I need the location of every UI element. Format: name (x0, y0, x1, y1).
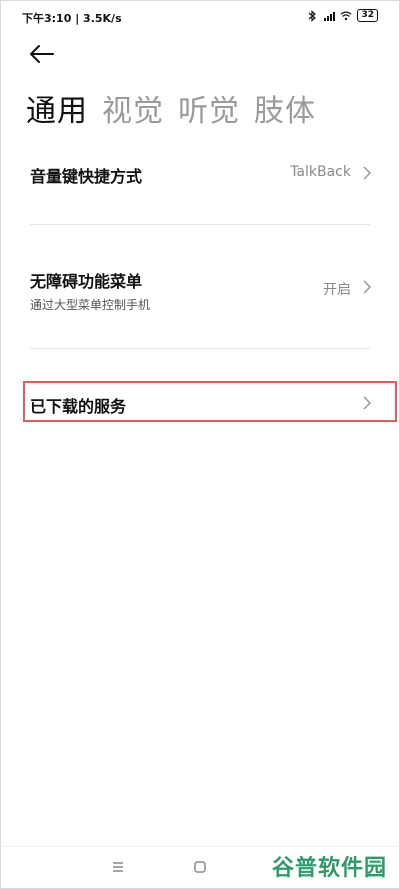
tab-hearing[interactable]: 听觉 (178, 86, 240, 130)
status-icons: 32 (306, 9, 378, 22)
bluetooth-icon (309, 9, 317, 22)
wifi-icon (340, 11, 352, 20)
volume-key-shortcut-row[interactable]: 音量键快捷方式 TalkBack (30, 163, 373, 187)
menu-icon[interactable] (108, 857, 128, 877)
chevron-right-icon (363, 280, 372, 294)
row-value: 开启 (323, 282, 351, 298)
screen-frame (0, 0, 400, 889)
category-tabs: 通用 视觉 听觉 肢体 (26, 86, 316, 130)
signal-icon (324, 11, 336, 21)
row-value: TalkBack (290, 164, 351, 180)
back-arrow-icon[interactable] (28, 42, 56, 66)
row-title: 无障碍功能菜单 (30, 272, 143, 291)
battery-icon: 32 (357, 9, 378, 22)
chevron-right-icon (363, 396, 372, 410)
divider (30, 224, 370, 225)
row-title: 已下载的服务 (30, 397, 127, 416)
tab-vision[interactable]: 视觉 (102, 86, 164, 130)
divider (30, 348, 370, 349)
home-icon[interactable] (190, 857, 210, 877)
accessibility-menu-row[interactable]: 无障碍功能菜单 通过大型菜单控制手机 开启 (30, 268, 373, 312)
downloaded-services-row[interactable]: 已下载的服务 (30, 393, 373, 417)
row-subtitle: 通过大型菜单控制手机 (30, 298, 151, 312)
tab-physical[interactable]: 肢体 (254, 86, 316, 130)
status-time-speed: 下午3:10 | 3.5K/s (22, 12, 122, 25)
watermark-logo: 谷普软件园 (272, 856, 388, 881)
chevron-right-icon (363, 166, 372, 180)
status-bar: 下午3:10 | 3.5K/s 32 (0, 0, 400, 32)
tab-general[interactable]: 通用 (26, 86, 88, 130)
